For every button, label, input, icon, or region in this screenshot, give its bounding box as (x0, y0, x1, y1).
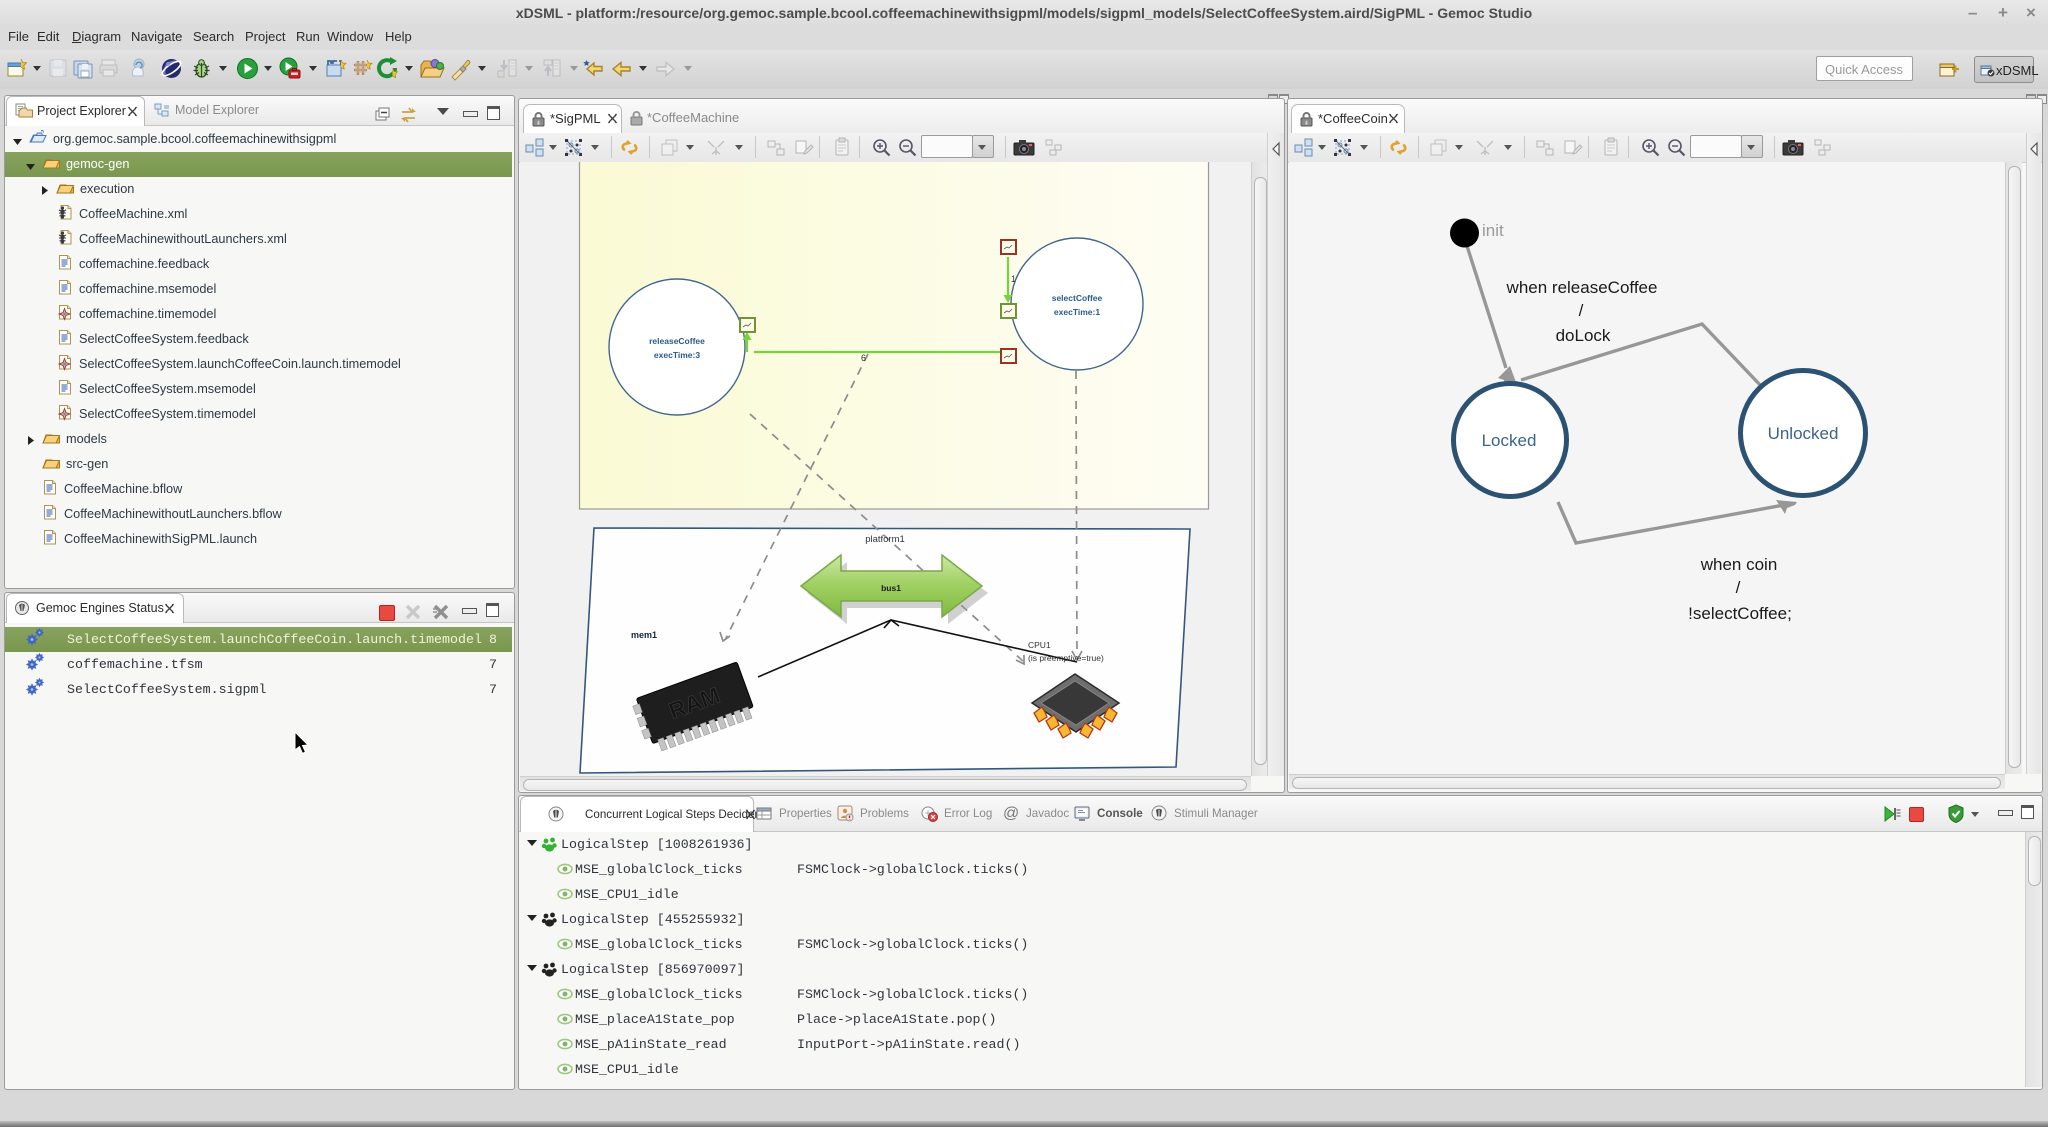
svg-text:(is preemptive=true): (is preemptive=true) (1028, 653, 1104, 663)
svg-text:/: / (1579, 301, 1584, 320)
svg-text:releaseCoffee: releaseCoffee (649, 336, 705, 346)
svg-text:bus1: bus1 (881, 583, 901, 593)
svg-text:6: 6 (861, 353, 866, 363)
svg-text:selectCoffee: selectCoffee (1052, 293, 1103, 303)
svg-text:execTime:3: execTime:3 (654, 350, 700, 360)
svg-text:/: / (1736, 578, 1741, 597)
svg-text:platform1: platform1 (865, 534, 905, 545)
svg-text:doLock: doLock (1556, 326, 1611, 345)
svg-text:Locked: Locked (1482, 431, 1537, 450)
svg-text:execTime:1: execTime:1 (1054, 307, 1100, 317)
svg-text:Unlocked: Unlocked (1768, 424, 1839, 443)
svg-text:!selectCoffee;: !selectCoffee; (1688, 604, 1792, 623)
svg-text:init: init (1482, 221, 1504, 240)
svg-text:CPU1: CPU1 (1028, 640, 1051, 650)
svg-text:when coin: when coin (1700, 555, 1778, 574)
svg-text:1: 1 (1011, 274, 1016, 284)
svg-text:mem1: mem1 (631, 630, 657, 640)
svg-text:when releaseCoffee: when releaseCoffee (1506, 278, 1658, 297)
